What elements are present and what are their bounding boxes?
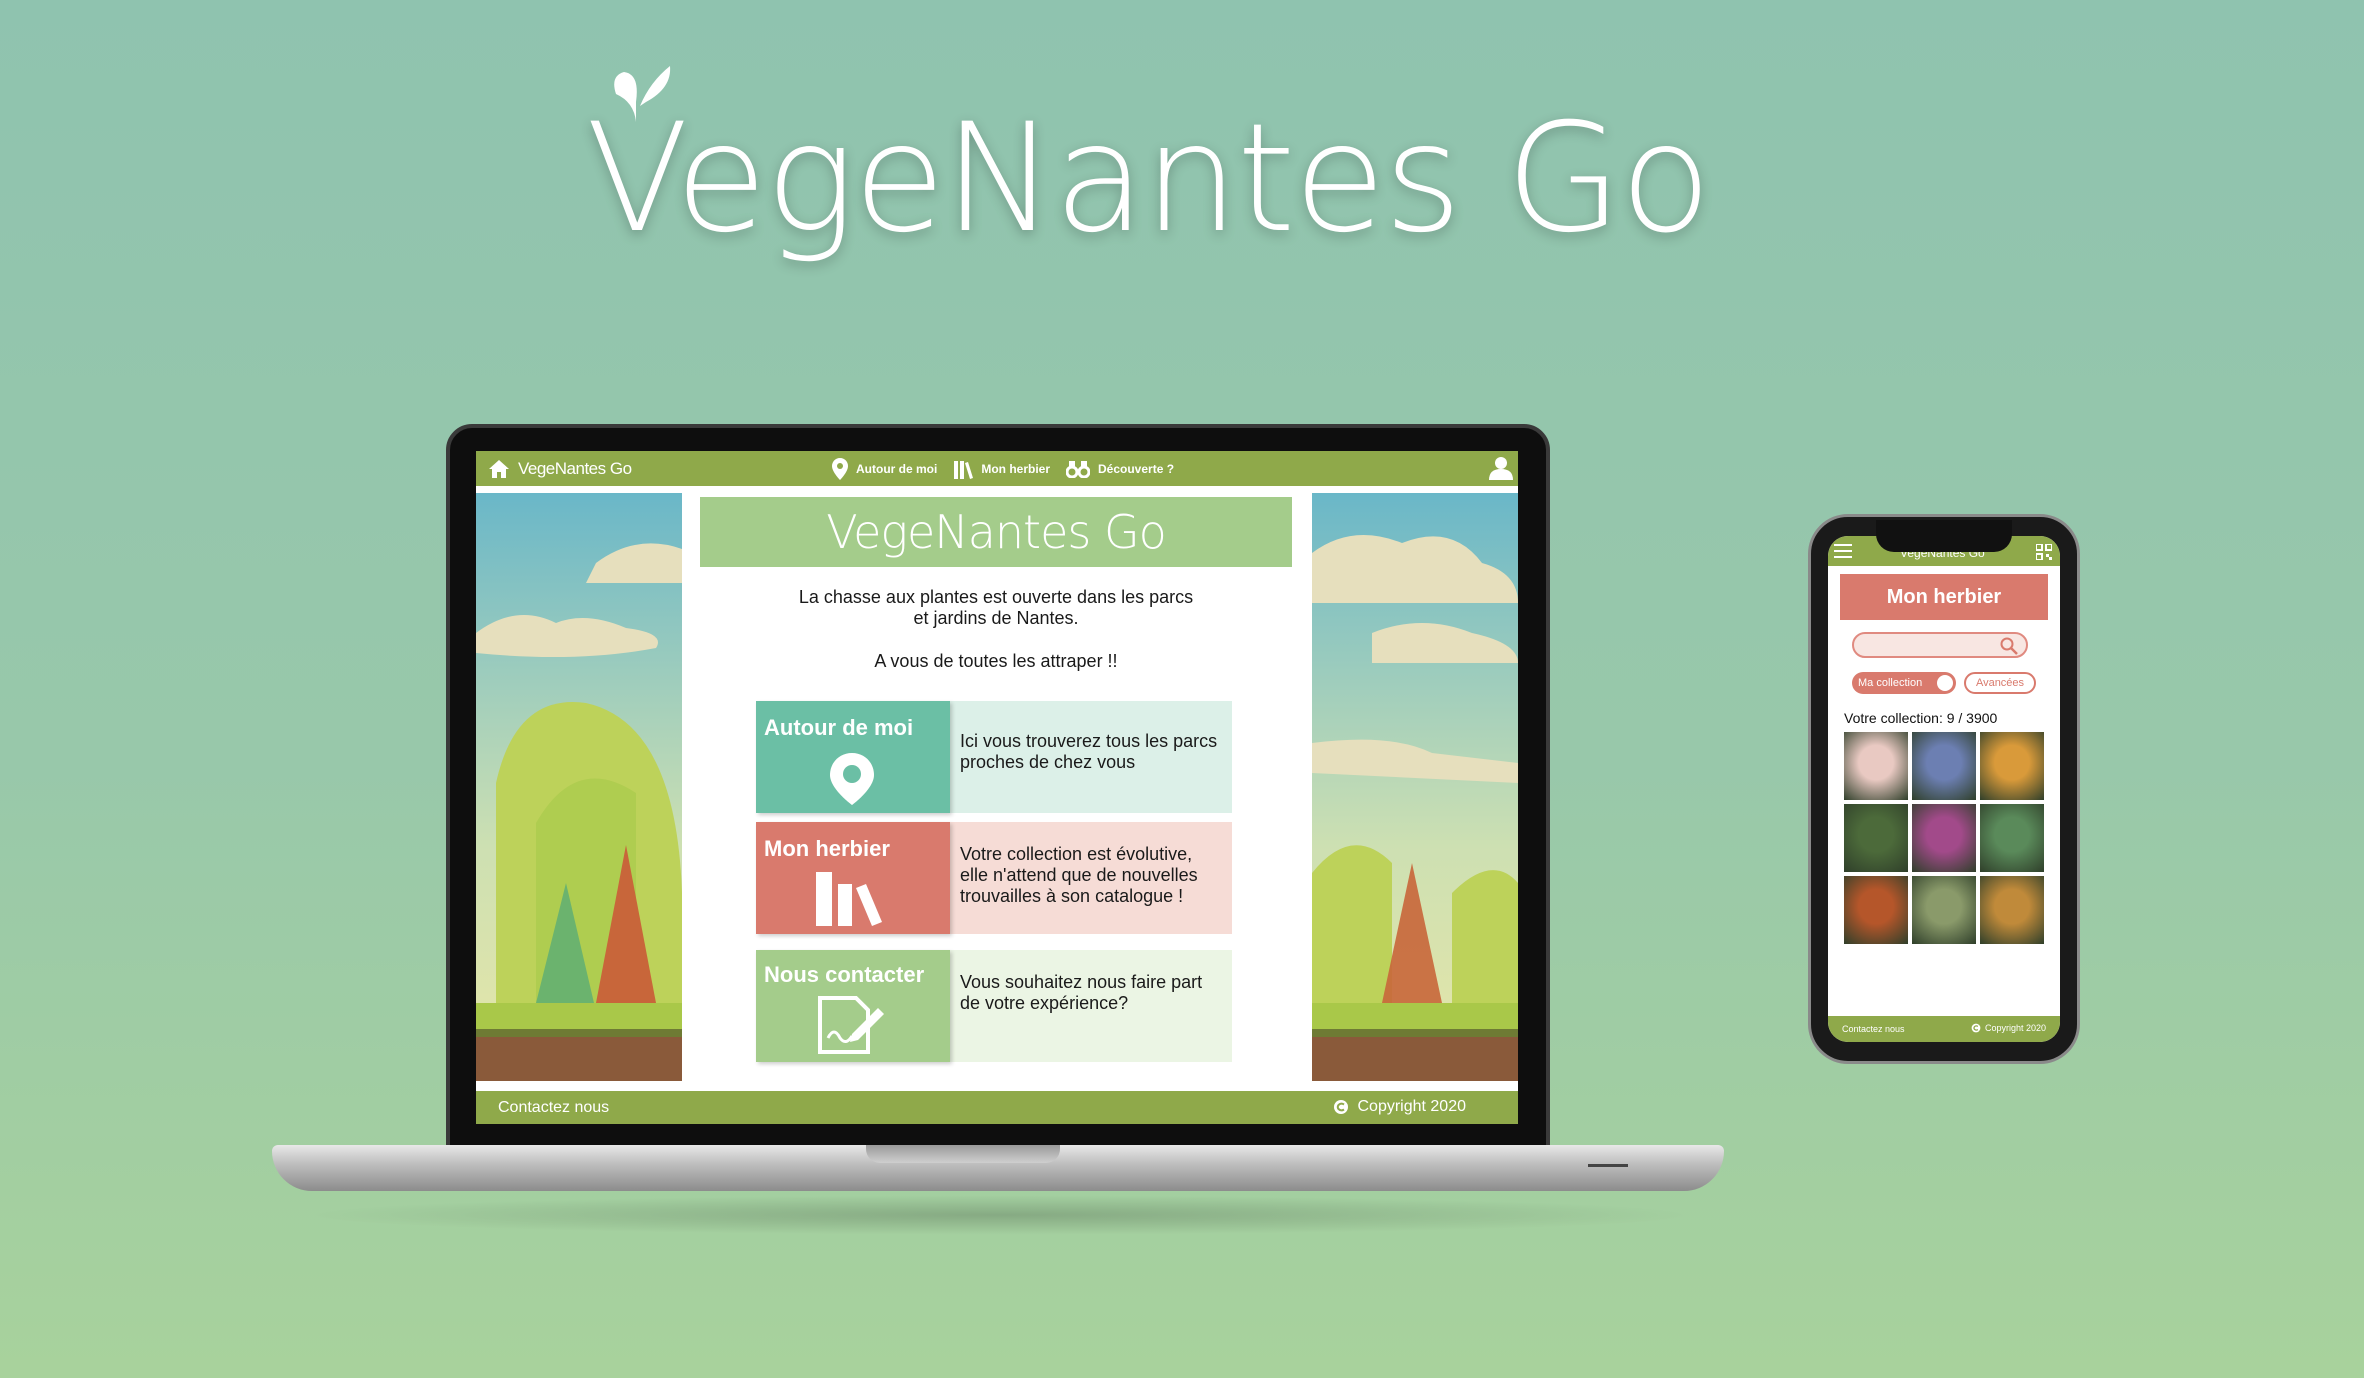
- map-pin-icon: [832, 458, 848, 480]
- copyright-icon: [1334, 1100, 1349, 1114]
- collection-photo[interactable]: [1980, 732, 2044, 800]
- nav-link-label: Autour de moi: [856, 462, 938, 476]
- intro-line: La chasse aux plantes est ouverte dans l…: [798, 587, 1194, 607]
- card-tile[interactable]: Nous contacter: [756, 950, 950, 1062]
- card-description: Ici vous trouverez tous les parcs proche…: [950, 701, 1232, 813]
- contract-edit-icon: [818, 996, 884, 1054]
- qr-code-icon[interactable]: [2036, 544, 2052, 560]
- nav-link-label: Découverte ?: [1098, 462, 1175, 476]
- nav-link-herbier[interactable]: Mon herbier: [953, 458, 1050, 480]
- right-illustration: [1312, 493, 1518, 1081]
- mobile-page-title: Mon herbier: [1840, 574, 2048, 620]
- mobile-footer: Contactez nous Copyright 2020: [1828, 1016, 2060, 1042]
- collection-grid: [1844, 732, 2044, 944]
- card-nous-contacter[interactable]: Nous contacter Vous souhaitez nous faire…: [756, 950, 1232, 1062]
- user-icon[interactable]: [1488, 456, 1514, 480]
- nav-link-decouverte[interactable]: Découverte ?: [1066, 458, 1174, 480]
- left-illustration: [476, 493, 682, 1081]
- collection-photo[interactable]: [1980, 876, 2044, 944]
- card-description: Votre collection est évolutive, elle n'a…: [950, 822, 1232, 934]
- copyright-icon: [1971, 1023, 1981, 1033]
- nav-link-autour[interactable]: Autour de moi: [832, 458, 937, 480]
- web-navbar: VegeNantes Go Autour de moi Mon herbier: [476, 451, 1518, 486]
- intro-text: La chasse aux plantes est ouverte dans l…: [700, 587, 1292, 629]
- collection-count: Votre collection: 9 / 3900: [1844, 710, 1998, 726]
- footer-contact-link[interactable]: Contactez nous: [1842, 1024, 1905, 1034]
- brand-title: VegeNantes Go: [586, 92, 1712, 266]
- footer-copyright: Copyright 2020: [1333, 1098, 1466, 1116]
- phone-notch: [1876, 520, 2012, 552]
- toggle-label: Ma collection: [1858, 677, 1923, 689]
- brand-logo: VegeNantes Go: [586, 62, 1712, 282]
- main-content: VegeNantes Go La chasse aux plantes est …: [700, 497, 1292, 1062]
- collection-photo[interactable]: [1844, 804, 1908, 872]
- intro-line: et jardins de Nantes.: [913, 608, 1079, 628]
- nav-link-label: Mon herbier: [981, 462, 1050, 476]
- card-tile[interactable]: Autour de moi: [756, 701, 950, 813]
- collection-photo[interactable]: [1912, 732, 1976, 800]
- collection-photo[interactable]: [1912, 876, 1976, 944]
- intro-callout: A vous de toutes les attraper !!: [874, 651, 1118, 671]
- map-pin-icon: [830, 753, 874, 805]
- laptop-shadow: [300, 1195, 1700, 1235]
- nav-brand[interactable]: VegeNantes Go: [518, 459, 632, 479]
- web-page: VegeNantes Go Autour de moi Mon herbier: [476, 451, 1518, 1124]
- copyright-text: Copyright 2020: [1984, 1023, 2046, 1033]
- laptop-notch: [866, 1145, 1060, 1163]
- search-icon[interactable]: [2000, 637, 2018, 655]
- hamburger-menu-icon[interactable]: [1834, 544, 1852, 558]
- footer-contact-link[interactable]: Contactez nous: [498, 1099, 609, 1117]
- home-icon[interactable]: [488, 459, 510, 479]
- card-autour-de-moi[interactable]: Autour de moi Ici vous trouverez tous le…: [756, 701, 1232, 813]
- collection-photo[interactable]: [1844, 876, 1908, 944]
- collection-photo[interactable]: [1980, 804, 2044, 872]
- card-title: Mon herbier: [764, 836, 890, 861]
- card-tile[interactable]: Mon herbier: [756, 822, 950, 934]
- binoculars-icon: [1066, 461, 1090, 478]
- books-icon: [954, 461, 974, 479]
- copyright-text: Copyright 2020: [1357, 1098, 1466, 1115]
- nav-links: Autour de moi Mon herbier Découverte ?: [832, 458, 1174, 480]
- collection-toggle[interactable]: Ma collection: [1852, 672, 1956, 694]
- mobile-search-input[interactable]: [1852, 632, 2028, 658]
- collection-photo[interactable]: [1844, 732, 1908, 800]
- toggle-knob: [1937, 675, 1953, 691]
- card-description: Vous souhaitez nous faire part de votre …: [950, 950, 1232, 1062]
- footer-copyright: Copyright 2020: [1971, 1023, 2046, 1033]
- content-banner: VegeNantes Go: [700, 497, 1292, 567]
- card-title: Nous contacter: [764, 962, 925, 987]
- books-icon: [816, 872, 882, 926]
- card-title: Autour de moi: [764, 715, 914, 740]
- advanced-filter-button[interactable]: Avancées: [1964, 672, 2036, 694]
- collection-photo[interactable]: [1912, 804, 1976, 872]
- card-mon-herbier[interactable]: Mon herbier Votre collection est évoluti…: [756, 822, 1232, 934]
- laptop-port: [1588, 1164, 1628, 1167]
- web-footer: Contactez nous Copyright 2020: [476, 1091, 1518, 1124]
- mobile-page: VegeNantes Go Mon herbier Ma collection …: [1828, 536, 2060, 1042]
